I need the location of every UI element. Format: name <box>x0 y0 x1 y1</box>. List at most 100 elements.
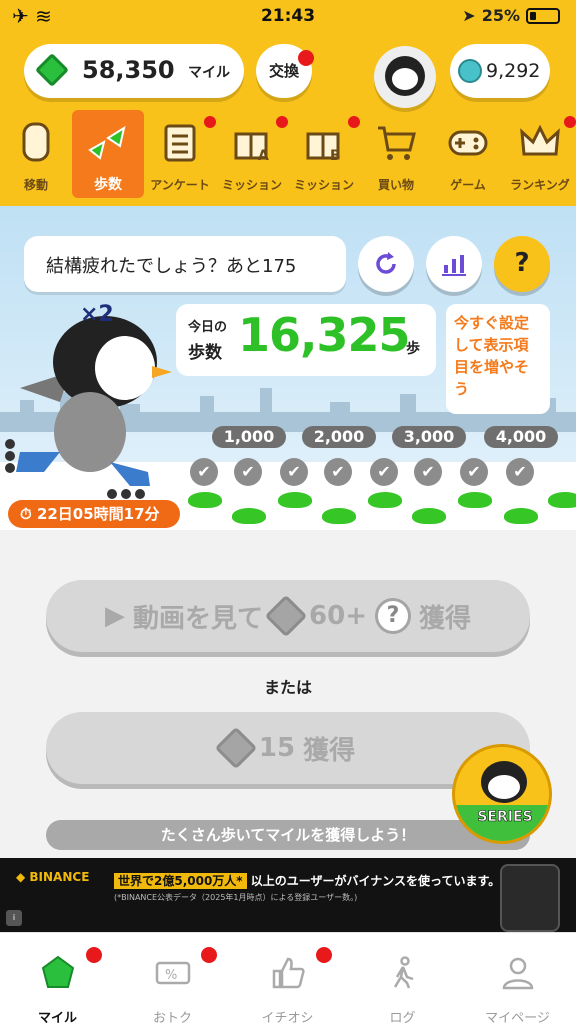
ad-headline: 世界で2億5,000万人* 以上のユーザーがバイナンスを使っています。 <box>114 872 500 889</box>
claim-amount: 15 <box>258 733 296 763</box>
category-label: ミッション <box>221 178 282 192</box>
category-label: ランキング <box>510 178 570 192</box>
speech-text: 結構疲れたでしょう？あと175 <box>46 256 297 277</box>
category-mission-a[interactable]: A ミッション <box>216 110 288 198</box>
gamepad-icon <box>446 120 490 164</box>
check-icon: ✔ <box>280 458 308 486</box>
tab-deals[interactable]: % おトク <box>115 933 230 1024</box>
phone-image <box>500 864 560 932</box>
footprint-icon <box>412 508 446 524</box>
gift-b-icon: B <box>302 120 346 164</box>
battery-percent: 25% <box>481 6 520 25</box>
cart-icon <box>374 120 418 164</box>
tab-recommended[interactable]: イチオシ <box>230 933 345 1024</box>
category-move[interactable]: 移動 <box>0 110 72 198</box>
notification-dot <box>201 947 217 963</box>
timer-text: 22日05時間17分 <box>36 505 160 523</box>
crown-icon <box>518 120 562 164</box>
watch-video-content: ▶ 動画を見て 60+ ? 獲得 <box>46 580 530 652</box>
status-bar: ✈ ≋ 21:43 ➤ 25% <box>0 0 576 34</box>
stats-button[interactable] <box>426 236 482 292</box>
refresh-button[interactable] <box>358 236 414 292</box>
miles-unit: マイル <box>188 65 230 81</box>
check-icon: ✔ <box>190 458 218 486</box>
miles-balance[interactable]: 58,350 マイル <box>24 44 244 98</box>
mystery-icon: ? <box>374 598 411 634</box>
category-label: 歩数 <box>94 177 122 193</box>
notification-dot <box>204 116 216 128</box>
footprint-icon <box>322 508 356 524</box>
clipboard-icon <box>158 120 202 164</box>
multiplier-badge: ×2 <box>80 302 114 327</box>
category-mission-b[interactable]: B ミッション <box>288 110 360 198</box>
avatar-button[interactable] <box>374 46 436 108</box>
miles-value: 58,350 <box>82 56 175 84</box>
notification-dot <box>348 116 360 128</box>
notification-dot <box>316 947 332 963</box>
refresh-icon <box>376 252 396 274</box>
tab-label: ログ <box>389 1011 416 1024</box>
exchange-button[interactable]: 交換 <box>256 44 314 98</box>
category-label: 移動 <box>23 178 48 192</box>
coin-balance[interactable]: 9,292 <box>450 44 550 98</box>
category-steps[interactable]: 歩数 <box>72 110 144 198</box>
notification-dot <box>564 116 576 128</box>
video-label: 動画を見て <box>133 603 264 634</box>
tab-label: おトク <box>152 1011 192 1024</box>
check-icon: ✔ <box>370 458 398 486</box>
check-icon: ✔ <box>414 458 442 486</box>
tab-miles[interactable]: マイル <box>0 933 115 1024</box>
category-survey[interactable]: アンケート <box>144 110 216 198</box>
svg-text:%: % <box>165 968 177 983</box>
gem-icon <box>35 53 69 87</box>
check-icon: ✔ <box>234 458 262 486</box>
ad-info-icon[interactable]: i <box>6 910 22 926</box>
tab-label: イチオシ <box>261 1011 314 1024</box>
category-ranking[interactable]: ランキング <box>504 110 576 198</box>
settings-tip[interactable]: 今すぐ設定して表示項目を増やそう <box>446 304 550 414</box>
category-game[interactable]: ゲーム <box>432 110 504 198</box>
milestone-label: 2,000 <box>302 426 376 448</box>
penguin-avatar-icon <box>385 56 425 96</box>
notification-dot <box>276 116 288 128</box>
series-button[interactable]: SERIES <box>452 744 552 844</box>
question-icon: ? <box>514 248 530 278</box>
cylinder-icon <box>14 120 58 164</box>
gift-a-icon: A <box>230 120 274 164</box>
steps-label-line1: 今日の <box>188 320 228 335</box>
ad-banner[interactable]: ◆ BINANCE 世界で2億5,000万人* 以上のユーザーがバイナンスを使っ… <box>0 858 576 932</box>
footprints-icon <box>86 120 130 164</box>
footprint-icon <box>458 492 492 508</box>
category-shopping[interactable]: 買い物 <box>360 110 432 198</box>
video-amount: 60+ <box>309 601 367 631</box>
tab-mypage[interactable]: マイページ <box>460 933 575 1024</box>
milestone-label: 1,000 <box>212 426 286 448</box>
top-area: 58,350 マイル 交換 9,292 移動 歩数 アンケート A ミッション <box>0 34 576 206</box>
gem-icon <box>264 594 308 638</box>
location-icon: ➤ <box>462 6 476 25</box>
ad-headline-highlight: 世界で2億5,000万人* <box>114 873 247 889</box>
bar-chart-icon <box>442 255 466 276</box>
tip-text: 今すぐ設定して表示項目を増やそう <box>454 314 530 398</box>
claim-suffix: 獲得 <box>303 735 356 766</box>
category-label: ミッション <box>293 178 354 192</box>
footprint-icon <box>548 492 576 508</box>
ad-brand: ◆ BINANCE <box>16 870 90 884</box>
tab-label: マイル <box>37 1011 77 1024</box>
help-button[interactable]: ? <box>494 236 550 292</box>
watch-video-button[interactable]: ▶ 動画を見て 60+ ? 獲得 <box>46 580 530 652</box>
thumbs-up-icon <box>272 957 305 989</box>
footprint-icon <box>278 492 312 508</box>
category-label: アンケート <box>150 178 210 192</box>
or-text: または <box>263 678 312 697</box>
speech-bubble: 結構疲れたでしょう？あと175 <box>24 236 346 292</box>
countdown-timer: ⏱ 22日05時間17分 <box>8 500 180 528</box>
ad-note: (*BINANCE公表データ（2025年1月時点）による登録ユーザー数。) <box>114 893 358 902</box>
status-right: ➤ 25% <box>462 6 560 25</box>
category-label: ゲーム <box>450 178 486 192</box>
notification-dot <box>86 947 102 963</box>
gem-icon <box>214 726 258 770</box>
tab-log[interactable]: ログ <box>345 933 460 1024</box>
battery-icon <box>526 7 560 24</box>
category-label: 買い物 <box>377 178 414 192</box>
